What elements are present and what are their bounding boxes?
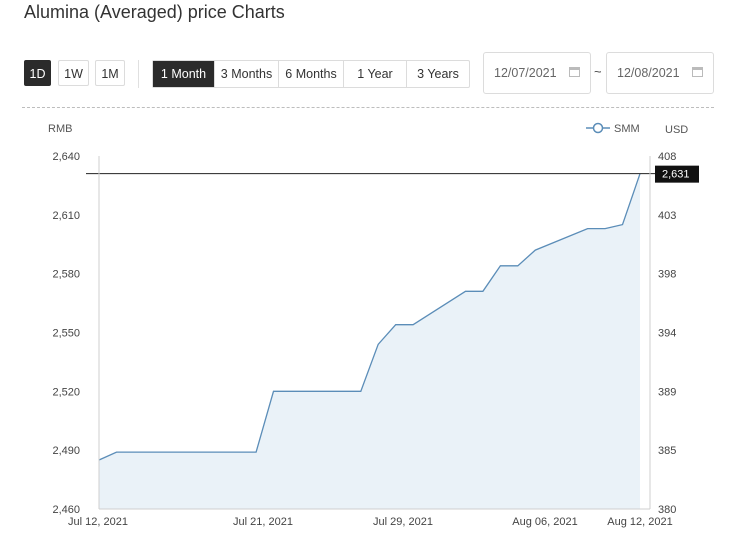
data-point[interactable] — [533, 248, 538, 253]
legend-label: SMM — [614, 123, 640, 135]
calendar-icon[interactable] — [569, 67, 580, 77]
y-tick-right: 403 — [658, 210, 676, 222]
data-point[interactable] — [376, 342, 381, 347]
series-area — [99, 173, 640, 509]
date-range-separator: ~ — [594, 64, 602, 79]
data-point[interactable] — [114, 450, 119, 455]
data-point[interactable] — [271, 389, 276, 394]
legend-marker-icon — [592, 122, 604, 134]
data-point[interactable] — [166, 450, 171, 455]
y-tick-left: 2,640 — [52, 151, 80, 163]
data-point[interactable] — [411, 322, 416, 327]
data-point[interactable] — [288, 389, 293, 394]
y-tick-right: 408 — [658, 151, 676, 163]
price-chart: RMB USD SMM SMM metal.com 2,6402,6102,58… — [48, 122, 699, 528]
range-1-year-button[interactable]: 1 Year — [344, 61, 407, 87]
right-unit-label: USD — [665, 124, 688, 136]
interval-1m-button[interactable]: 1M — [95, 60, 125, 86]
legend[interactable]: SMM — [586, 122, 640, 135]
date-from-input[interactable]: 12/07/2021 — [483, 52, 591, 94]
range-6-months-button[interactable]: 6 Months — [279, 61, 344, 87]
data-point[interactable] — [480, 289, 485, 294]
date-to-input[interactable]: 12/08/2021 — [606, 52, 714, 94]
x-tick-label: Aug 12, 2021 — [607, 516, 672, 528]
data-point[interactable] — [515, 263, 520, 268]
calendar-icon[interactable] — [692, 67, 703, 77]
left-unit-label: RMB — [48, 123, 72, 135]
x-tick-label: Aug 06, 2021 — [512, 516, 577, 528]
y-tick-left: 2,580 — [52, 269, 80, 281]
current-value-label: 2,631 — [662, 169, 690, 181]
range-button-group: 1 Month 3 Months 6 Months 1 Year 3 Years — [152, 60, 470, 88]
y-tick-right: 389 — [658, 386, 676, 398]
data-point[interactable] — [341, 389, 346, 394]
toolbar-divider — [138, 60, 139, 88]
data-point[interactable] — [97, 457, 102, 462]
data-point[interactable] — [463, 289, 468, 294]
y-tick-left: 2,460 — [52, 504, 80, 516]
y-tick-left: 2,520 — [52, 386, 80, 398]
data-point[interactable] — [358, 389, 363, 394]
date-from-value: 12/07/2021 — [494, 66, 557, 80]
data-point[interactable] — [149, 450, 154, 455]
date-to-value: 12/08/2021 — [617, 66, 680, 80]
y-tick-left: 2,550 — [52, 328, 80, 340]
data-point[interactable] — [219, 450, 224, 455]
data-point[interactable] — [254, 450, 259, 455]
x-tick-label: Jul 12, 2021 — [68, 516, 128, 528]
y-tick-right: 385 — [658, 445, 676, 457]
data-point[interactable] — [393, 322, 398, 327]
data-point[interactable] — [603, 226, 608, 231]
data-point[interactable] — [131, 450, 136, 455]
x-tick-label: Jul 29, 2021 — [373, 516, 433, 528]
range-3-years-button[interactable]: 3 Years — [407, 61, 469, 87]
data-point[interactable] — [498, 263, 503, 268]
y-tick-left: 2,610 — [52, 210, 80, 222]
interval-1d-button[interactable]: 1D — [24, 60, 51, 86]
x-tick-label: Jul 21, 2021 — [233, 516, 293, 528]
page-title: Alumina (Averaged) price Charts — [24, 2, 285, 22]
y-tick-right: 398 — [658, 269, 676, 281]
y-tick-right: 394 — [658, 328, 676, 340]
data-point[interactable] — [585, 226, 590, 231]
data-point[interactable] — [236, 450, 241, 455]
data-point[interactable] — [638, 171, 643, 176]
interval-1w-button[interactable]: 1W — [58, 60, 89, 86]
current-value-badge: 2,631 — [655, 165, 699, 183]
y-tick-left: 2,490 — [52, 445, 80, 457]
y-tick-right: 380 — [658, 504, 676, 516]
range-1-month-button[interactable]: 1 Month — [153, 61, 215, 87]
range-3-months-button[interactable]: 3 Months — [215, 61, 279, 87]
data-point[interactable] — [620, 222, 625, 227]
